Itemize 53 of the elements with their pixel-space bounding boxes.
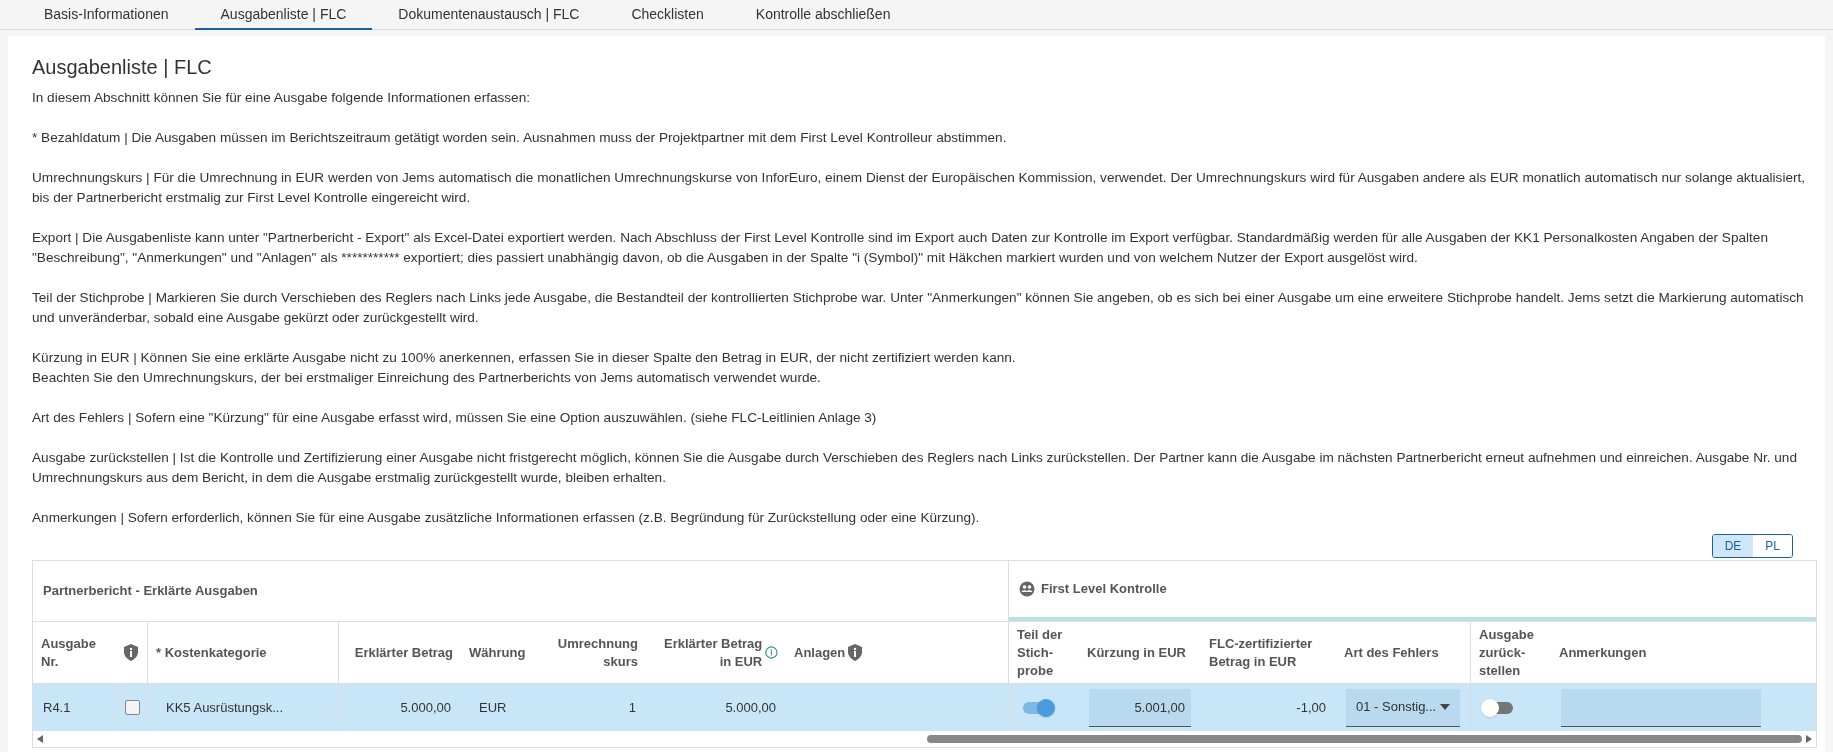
paragraph: In diesem Abschnitt können Sie für eine Ausgabe folgende Informationen erfassen: [32,89,531,107]
column-header: Teil der Stich-probe [1017,625,1064,680]
paragraph: Kürzung in EUR | Können Sie eine erklärte Ausgabe nicht zu 100% anerkennen, erfassen Sie in dieser Spalte den Betrag in EUR, der nicht zertifiziert werden kann. [32,349,1017,367]
caret-icon [1440,704,1450,710]
paragraph: Beachten Sie den Umrechnungskurs, der bei erstmaliger Einreichung des Partnerberichts von Jems automatisch verwendet wurde. [32,369,822,387]
table-cell-text: 5.000,00 [725,698,776,717]
paragraph: Export | Die Ausgabenliste kann unter "Partnerbericht - Export" als Excel-Datei exportiert werden. Nach Abschluss der First Level Kontrolle sind im Export auch Daten zur Kontrolle im Export verfügbar. Standardmäßig werden für alle Ausgaben der KK1 Personalkosten Angaben der Spalten "Beschreibung", "Anmerkungen" und "Anlagen" als *********** exportiert; dies passiert unabhängig davon, ob die Ausgaben in der Spalte "i (Symbol)" mit Häkchen markiert wurden und von welchem Nutzer der Export ausgelöst wird. [32,229,1769,267]
tab[interactable]: Kontrolle abschließen [729,0,917,30]
paragraph: Umrechnungskurs | Für die Umrechnung in EUR werden von Jems automatisch die monatlichen Umrechnungskurse von InforEuro, einem Dienst der Europäischen Kommission, verwendet. Der Umrechnungskurs wird für Ausgaben andere als EUR monatlich automatisch nur solange aktualisiert, bis der Partnerbericht erstmalig zur First Level Kontrolle eingereicht wird. [32,169,1807,207]
table-cell-text: R4.1 [43,698,71,717]
error-type-dropdown[interactable]: 01 - Sonstig... [1346,688,1460,727]
column-header: Währung [469,643,526,662]
table-cell-text: KK5 Ausrüstungsk... [166,698,284,717]
paragraph: Art des Fehlers | Sofern eine "Kürzung" für eine Ausgabe erfasst wird, müssen Sie eine Option auszuwählen. (siehe FLC-Leitlinien Anlage 3) [32,409,878,427]
shield-info-icon [124,644,138,661]
language-option[interactable]: DE [1712,535,1754,557]
column-header: FLC-zertifizierter Betrag in EUR [1209,634,1314,671]
paragraph: Ausgabe zurückstellen | Ist die Kontrolle und Zertifizierung einer Ausgabe nicht fristgerecht möglich, können Sie die Ausgabe durch Verschieben des Reglers nach Links zurückstellen. Der Partner kann die Ausgabe im nächsten Partnerbericht erneut aufnehmen und einreichen. Ausgabe Nr. und Umrechnungskurs aus dem Bericht, in dem die Ausgabe erstmalig zurückgestellt wurde, bleiben erhalten. [32,449,1798,487]
column-header: Art des Fehlers [1344,643,1439,662]
group-heading: Partnerbericht - Erklärte Ausgaben [43,582,258,601]
reduction-field[interactable]: 5.001,00 [1089,688,1191,727]
paragraph: * Bezahldatum | Die Ausgaben müssen im Berichtszeitraum getätigt worden sein. Ausnahmen muss der Projektpartner mit dem First Level Kontrolleur abstimmen. [32,129,1008,147]
group-heading: First Level Kontrolle [1041,580,1167,599]
table-cell-text: EUR [479,698,507,717]
column-header: Erklärter Betrag [354,643,453,662]
tab[interactable]: Basis-Informationen [18,0,195,30]
column-header: Umrechnungskurs [556,634,638,671]
table-cell-text: -1,00 [1296,698,1326,717]
toggle-switch[interactable] [1481,698,1515,717]
checkbox[interactable] [124,700,140,715]
info-icon [765,644,778,661]
tab[interactable]: Ausgabenliste | FLC [194,0,373,30]
toggle-switch[interactable] [1021,698,1055,717]
column-header: Erklärter Betrag in EUR [663,634,763,671]
section-title: Ausgabenliste | FLC [32,55,213,80]
table-cell-text: 5.000,00 [400,698,451,717]
column-header: Anlagen [794,643,846,662]
paragraph: Teil der Stichprobe | Markieren Sie durch Verschieben des Reglers nach Links jede Ausgabe, die Bestandteil der kontrollierten Stichprobe war. Unter "Anmerkungen" können Sie angeben, ob es sich bei einer Ausgabe um eine erweitere Stichprobe handelt. Jems setzt die Markierung automatisch und unveränderbar, sobald eine Ausgabe gekürzt oder zurückgestellt wird. [32,289,1805,327]
table-cell-text: 1 [628,698,636,717]
column-header: * Kostenkategorie [156,643,267,662]
paragraph: Anmerkungen | Sofern erforderlich, können Sie für eine Ausgabe zusätzliche Informationen erfassen (z.B. Begründung für Zurückstellung oder eine Kürzung). [32,509,981,527]
group-icon [1019,581,1035,597]
tab[interactable]: Checklisten [605,0,730,30]
column-header: Anmerkungen [1559,643,1647,662]
column-header: Kürzung in EUR [1087,643,1186,662]
tab[interactable]: Dokumentenaustausch | FLC [372,0,606,30]
column-header: Ausgabe Nr. [41,634,97,671]
shield-info-icon [848,644,863,661]
scrollbar-thumb[interactable] [927,735,1802,743]
remarks-field[interactable] [1561,688,1761,727]
scroll-right-icon[interactable] [1806,735,1812,743]
scroll-left-icon[interactable] [37,735,43,743]
column-header: Ausgabe zurück-stellen [1479,625,1535,680]
